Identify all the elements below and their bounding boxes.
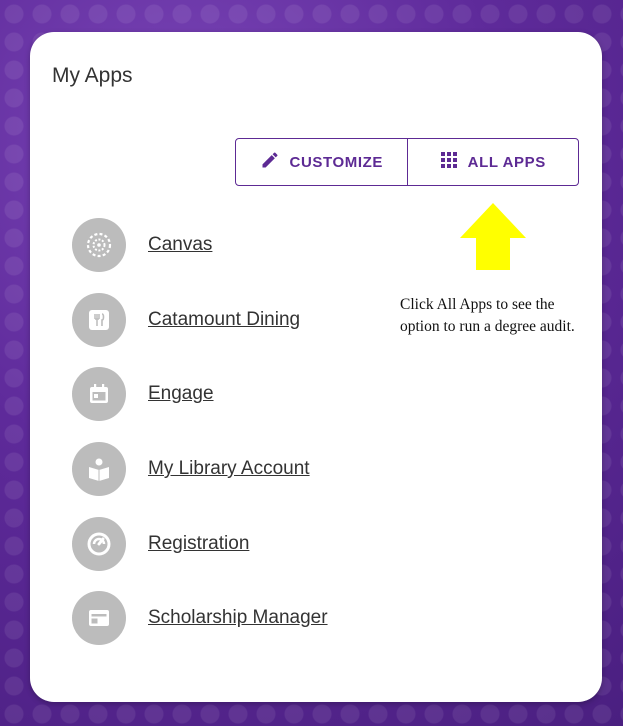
all-apps-label: ALL APPS (467, 153, 546, 171)
dining-icon (72, 292, 126, 347)
apps-list: Canvas Catamount Dining Engage My Librar… (72, 208, 328, 656)
app-link-catamount-dining[interactable]: Catamount Dining (148, 309, 300, 331)
canvas-icon (72, 218, 126, 273)
list-item: My Library Account (72, 432, 328, 507)
grid-icon (440, 151, 458, 173)
list-item: Registration (72, 506, 328, 581)
all-apps-button[interactable]: ALL APPS (406, 139, 579, 185)
yellow-arrow-icon (458, 202, 528, 277)
instruction-annotation: Click All Apps to see the option to run … (400, 296, 575, 335)
app-actions-toolbar: CUSTOMIZE ALL APPS (235, 138, 579, 186)
customize-button[interactable]: CUSTOMIZE (236, 139, 407, 185)
app-link-scholarship-manager[interactable]: Scholarship Manager (148, 607, 328, 629)
app-link-canvas[interactable]: Canvas (148, 234, 212, 256)
library-icon (72, 442, 126, 497)
app-link-my-library-account[interactable]: My Library Account (148, 458, 310, 480)
my-apps-card: My Apps CUSTOMIZE ALL APPS Canvas Catamo… (30, 32, 602, 702)
calendar-icon (72, 367, 126, 422)
registration-icon (72, 516, 126, 571)
customize-label: CUSTOMIZE (289, 153, 383, 171)
list-item: Catamount Dining (72, 283, 328, 358)
list-item: Engage (72, 357, 328, 432)
pencil-icon (260, 150, 280, 174)
scholarship-icon (72, 591, 126, 646)
list-item: Canvas (72, 208, 328, 283)
card-title: My Apps (52, 64, 133, 87)
app-link-engage[interactable]: Engage (148, 383, 214, 405)
list-item: Scholarship Manager (72, 581, 328, 656)
app-link-registration[interactable]: Registration (148, 533, 249, 555)
